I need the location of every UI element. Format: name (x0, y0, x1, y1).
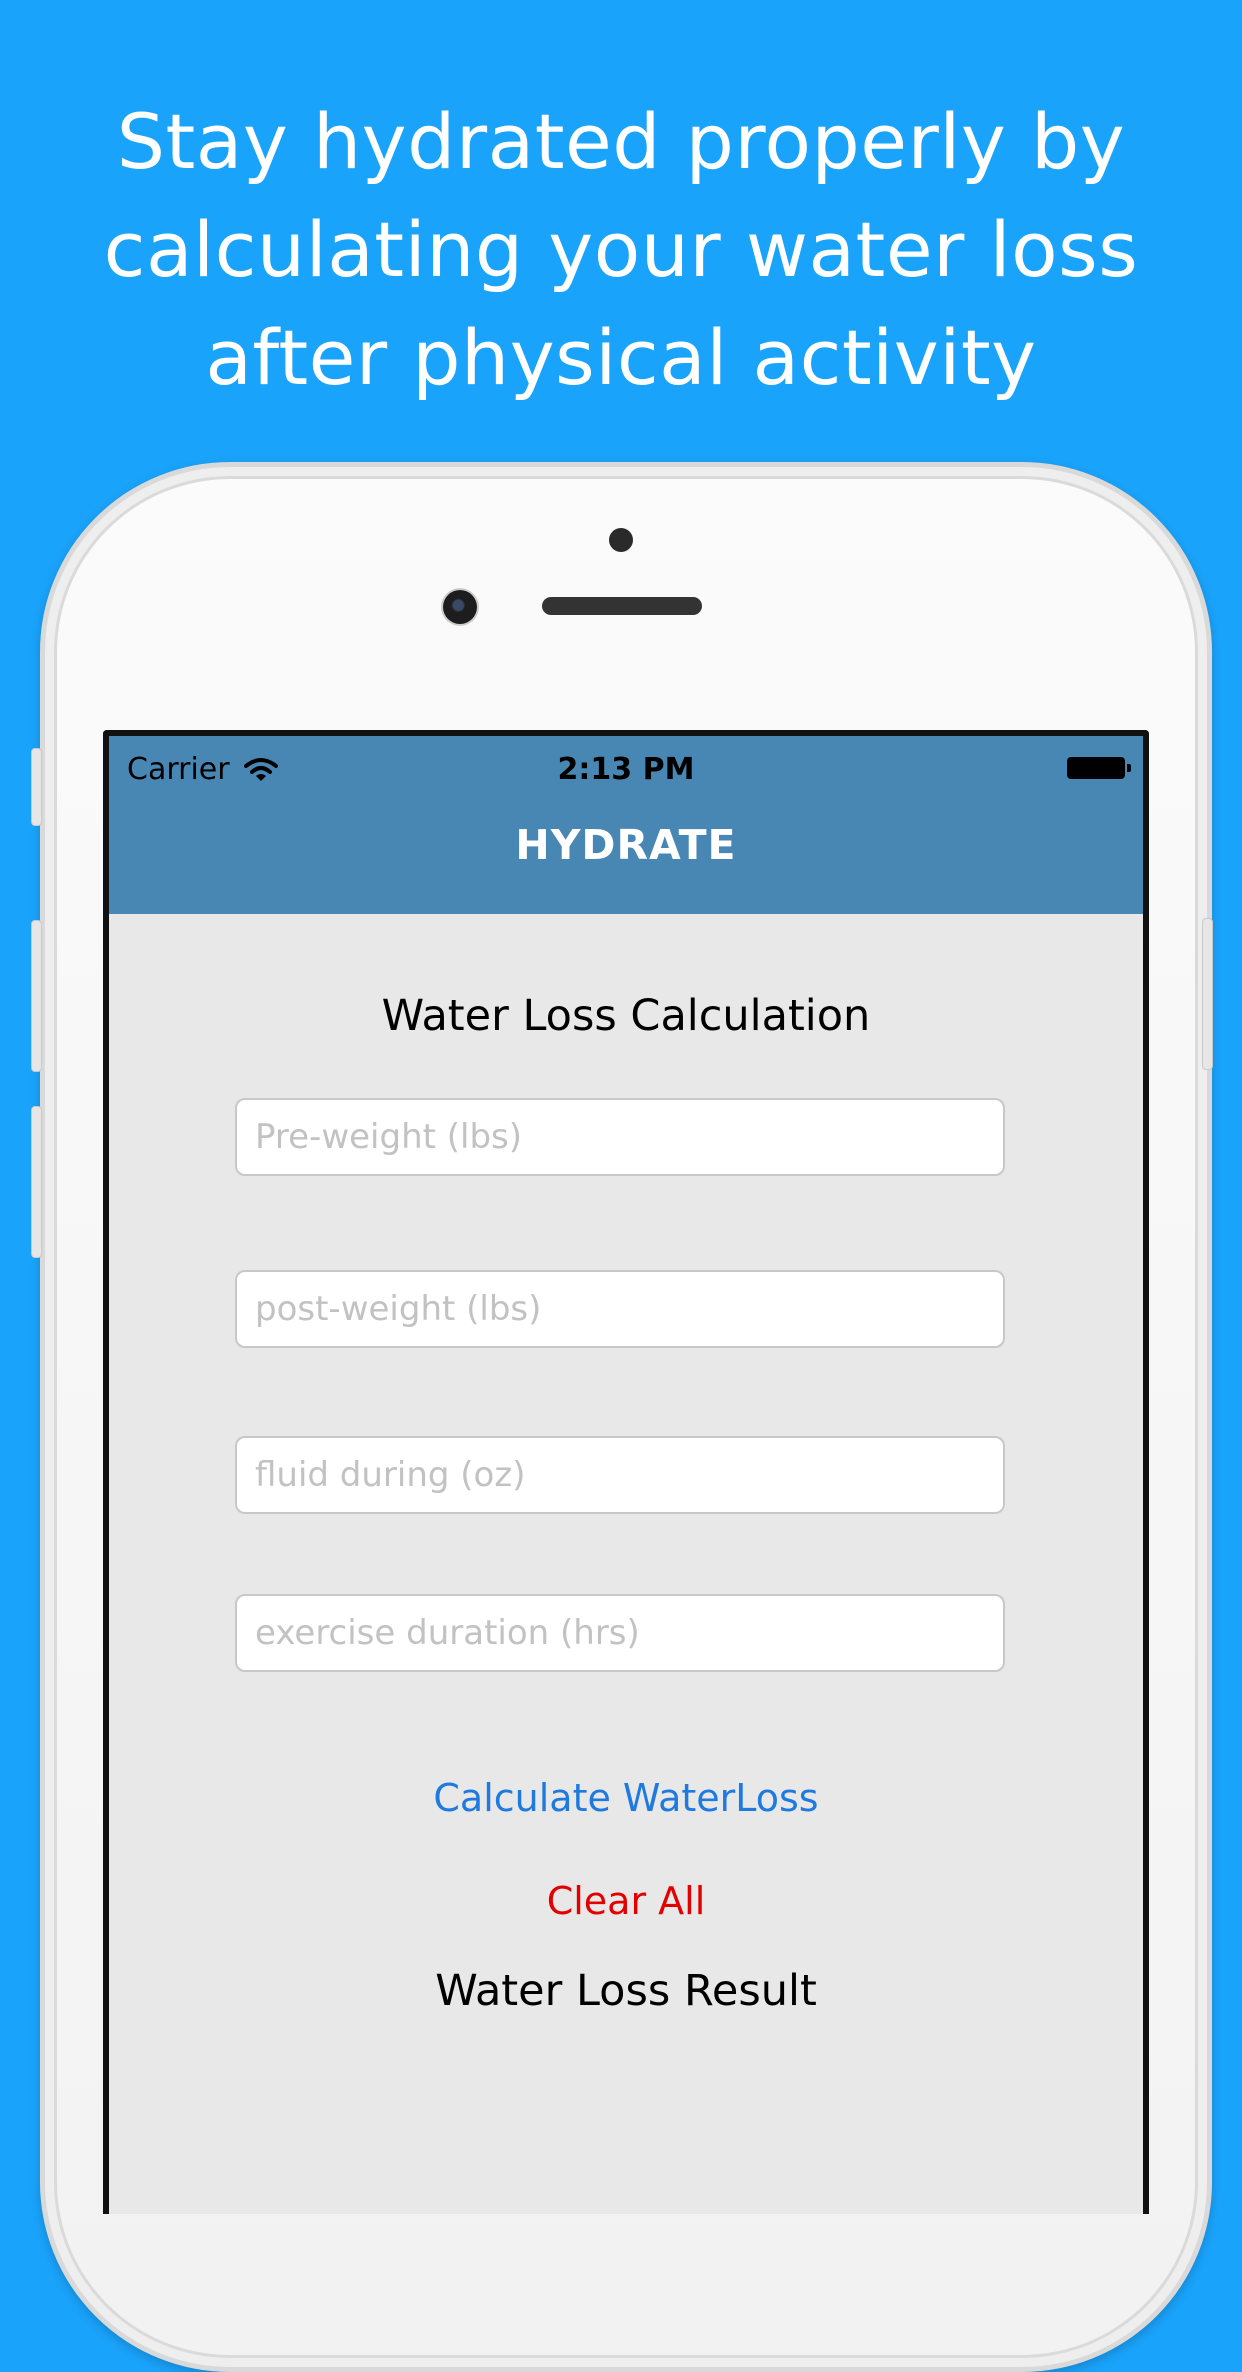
phone-screen: Carrier 2:13 PM HYDRATE Water Loss Calcu… (103, 730, 1149, 2214)
nav-bar: HYDRATE (109, 796, 1143, 914)
exercise-duration-input[interactable] (235, 1594, 1005, 1672)
front-camera-icon (443, 590, 477, 624)
phone-volume-down-button (31, 1106, 42, 1258)
earpiece-speaker (542, 597, 702, 615)
post-weight-input[interactable] (235, 1270, 1005, 1348)
water-loss-result-label: Water Loss Result (435, 1966, 817, 2016)
phone-volume-up-button (31, 920, 42, 1072)
calculate-waterloss-button[interactable]: Calculate WaterLoss (109, 1776, 1143, 1820)
fluid-during-input[interactable] (235, 1436, 1005, 1514)
phone-power-button (1202, 918, 1213, 1070)
phone-mute-switch (31, 748, 42, 826)
status-time: 2:13 PM (557, 752, 695, 787)
form-title: Water Loss Calculation (381, 991, 871, 1041)
nav-title: HYDRATE (515, 821, 737, 869)
proximity-sensor (609, 528, 633, 552)
promo-headline: Stay hydrated properly by calculating yo… (0, 88, 1242, 412)
status-bar: Carrier 2:13 PM (109, 736, 1143, 796)
promo-headline-line-2: calculating your water loss (103, 205, 1139, 294)
promo-headline-line-3: after physical activity (205, 313, 1037, 402)
battery-icon (1067, 757, 1131, 779)
pre-weight-input[interactable] (235, 1098, 1005, 1176)
promo-headline-line-1: Stay hydrated properly by (116, 97, 1126, 186)
clear-all-button[interactable]: Clear All (109, 1879, 1143, 1923)
